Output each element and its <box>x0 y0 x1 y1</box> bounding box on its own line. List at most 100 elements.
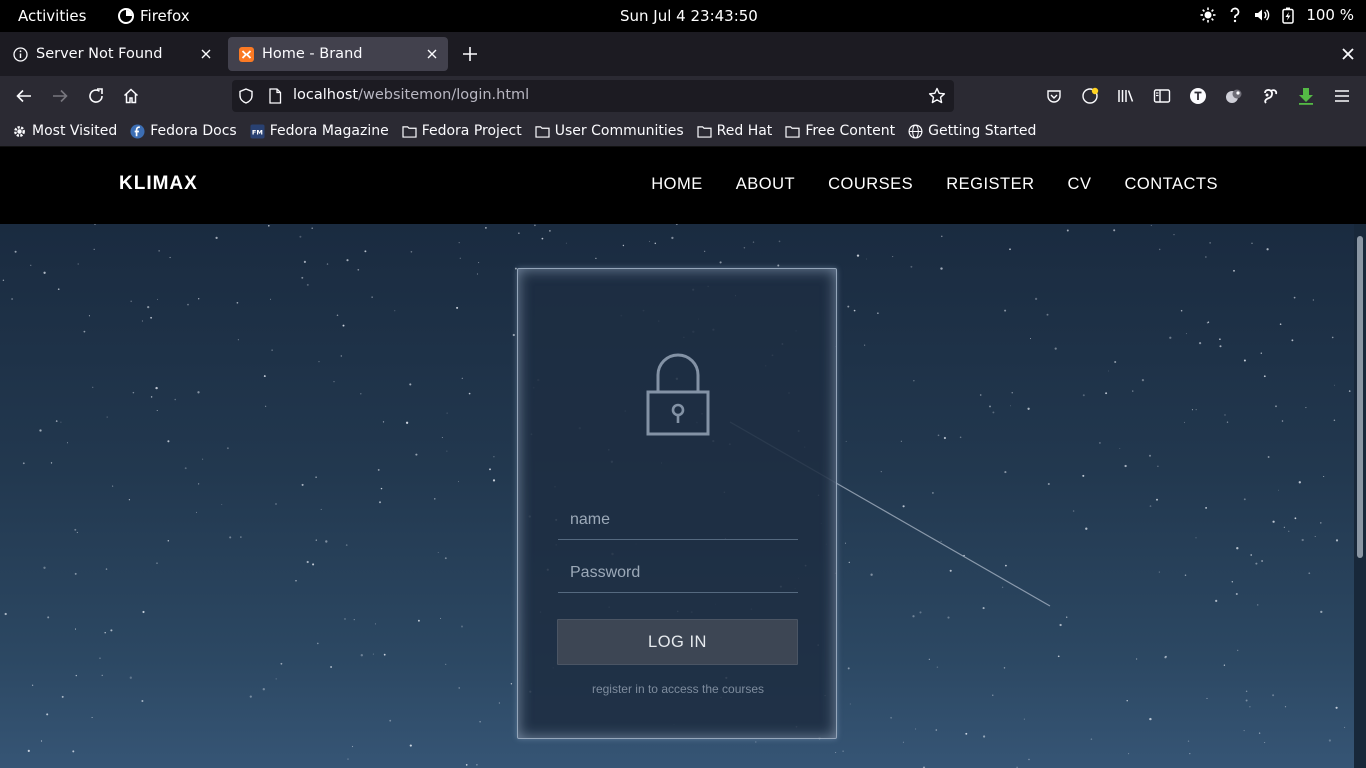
star <box>2 279 5 282</box>
pocket-icon[interactable] <box>1044 86 1064 106</box>
star <box>461 625 463 628</box>
star <box>262 688 265 691</box>
star <box>1243 359 1246 362</box>
scrollbar-thumb[interactable] <box>1357 236 1363 558</box>
star <box>541 237 544 240</box>
close-tab-icon[interactable] <box>424 46 440 62</box>
nav-contacts[interactable]: CONTACTS <box>1124 175 1218 194</box>
download-icon[interactable] <box>1296 86 1316 106</box>
star <box>1059 623 1062 627</box>
star <box>336 314 339 317</box>
tracking-protection-icon[interactable] <box>238 88 254 108</box>
volume-icon <box>1255 9 1270 21</box>
home-icon[interactable] <box>120 85 142 107</box>
forward-icon[interactable] <box>49 85 71 107</box>
battery-icon <box>1282 7 1295 24</box>
star <box>357 268 360 271</box>
star <box>280 662 283 665</box>
extension-icon[interactable] <box>1224 86 1244 106</box>
star <box>458 241 460 244</box>
star <box>877 312 879 314</box>
menu-icon[interactable] <box>1332 86 1352 106</box>
tab-home-brand[interactable]: Home - Brand <box>228 37 448 71</box>
app-name: Firefox <box>140 7 190 25</box>
star <box>778 240 781 243</box>
star <box>989 405 991 408</box>
account-avatar-icon[interactable] <box>1188 86 1208 106</box>
site-brand[interactable]: KLIMAX <box>119 173 198 195</box>
star <box>1263 375 1266 378</box>
nav-home[interactable]: HOME <box>651 175 703 194</box>
nav-courses[interactable]: COURSES <box>828 175 913 194</box>
nav-about[interactable]: ABOUT <box>736 175 795 194</box>
bookmark-label: Fedora Magazine <box>269 123 389 139</box>
bookmark-fedora-magazine[interactable]: FM Fedora Magazine <box>250 123 389 139</box>
nav-cv[interactable]: CV <box>1068 175 1092 194</box>
library-icon[interactable] <box>1116 86 1136 106</box>
star <box>1132 390 1134 392</box>
name-input[interactable] <box>558 500 798 540</box>
bookmark-free-content[interactable]: Free Content <box>785 123 895 139</box>
star <box>174 398 176 401</box>
window-close-icon[interactable] <box>1340 46 1356 62</box>
star <box>648 240 651 243</box>
star <box>1189 752 1191 755</box>
star <box>340 355 342 357</box>
app-menu[interactable]: Firefox <box>118 7 190 25</box>
gnome-extension-icon[interactable] <box>1260 86 1280 106</box>
password-input[interactable] <box>558 553 798 593</box>
folder-icon <box>785 125 800 138</box>
star <box>372 653 374 655</box>
star <box>269 298 272 300</box>
star <box>371 296 373 298</box>
login-button[interactable]: LOG IN <box>557 619 798 665</box>
star <box>311 227 313 230</box>
clock[interactable]: Sun Jul 4 23:43:50 <box>620 7 758 25</box>
star <box>330 666 333 668</box>
hero-background: LOG IN register in to access the courses <box>0 224 1354 768</box>
star <box>378 501 382 504</box>
star <box>476 273 478 275</box>
star <box>215 236 218 240</box>
bookmark-user-communities[interactable]: User Communities <box>535 123 684 139</box>
star <box>965 732 968 735</box>
bookmark-star-icon[interactable] <box>928 87 946 109</box>
reload-icon[interactable] <box>85 85 107 107</box>
new-tab-icon[interactable] <box>460 44 480 64</box>
star <box>928 658 930 660</box>
star <box>847 305 850 308</box>
star <box>1335 706 1338 709</box>
tab-server-not-found[interactable]: Server Not Found <box>2 37 222 71</box>
system-tray[interactable]: 100 % <box>1200 6 1354 24</box>
page-info-icon[interactable] <box>268 88 282 108</box>
star <box>675 224 678 225</box>
nav-register[interactable]: REGISTER <box>946 175 1034 194</box>
star <box>1066 229 1069 232</box>
star <box>441 436 443 438</box>
star <box>1072 510 1075 512</box>
bookmark-fedora-docs[interactable]: Fedora Docs <box>130 123 237 139</box>
bookmark-getting-started[interactable]: Getting Started <box>908 123 1036 139</box>
star <box>912 615 915 618</box>
star <box>1028 758 1030 761</box>
bookmark-fedora-project[interactable]: Fedora Project <box>402 123 522 139</box>
bookmark-most-visited[interactable]: Most Visited <box>12 123 117 139</box>
bookmark-red-hat[interactable]: Red Hat <box>697 123 772 139</box>
star <box>1150 224 1152 226</box>
star <box>377 468 380 471</box>
url-bar[interactable]: localhost/websitemon/login.html <box>232 80 954 112</box>
sidebar-icon[interactable] <box>1152 86 1172 106</box>
back-icon[interactable] <box>13 85 35 107</box>
star <box>132 391 135 394</box>
page-scrollbar[interactable] <box>1354 224 1366 768</box>
star <box>1119 447 1121 449</box>
url-text[interactable]: localhost/websitemon/login.html <box>293 87 529 103</box>
folder-icon <box>535 125 550 138</box>
activities-button[interactable]: Activities <box>18 7 86 25</box>
star <box>1312 299 1314 301</box>
star <box>849 703 851 705</box>
close-tab-icon[interactable] <box>198 46 214 62</box>
star <box>1027 407 1030 410</box>
star <box>141 699 144 703</box>
sync-icon[interactable] <box>1080 86 1100 106</box>
